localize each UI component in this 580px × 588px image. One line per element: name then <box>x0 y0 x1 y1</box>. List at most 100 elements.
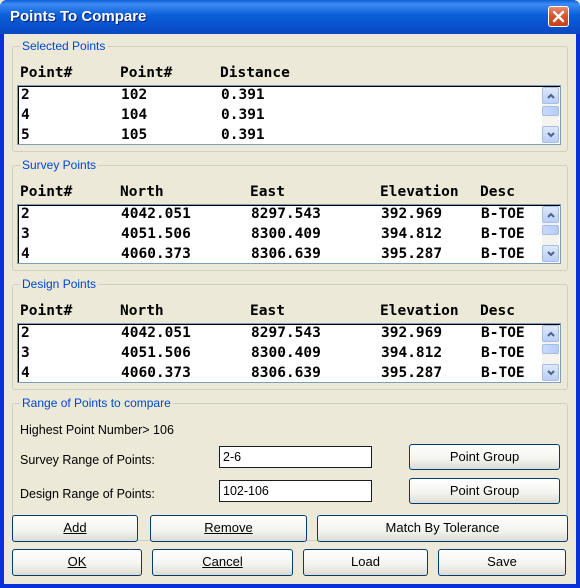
cell: 8297.543 <box>251 206 321 222</box>
cell: 4 <box>21 246 30 262</box>
cell: 102 <box>121 87 148 103</box>
load-button[interactable]: Load <box>303 549 428 576</box>
selected-points-list[interactable]: 2 102 0.391 4 104 0.391 5 105 0.391 <box>17 85 561 145</box>
cell: 8306.639 <box>251 246 321 262</box>
cell: B-TOE <box>481 365 525 381</box>
window-title: Points To Compare <box>10 8 147 25</box>
cancel-button[interactable]: Cancel <box>152 549 293 576</box>
scroll-thumb[interactable] <box>542 106 559 116</box>
ok-button[interactable]: OK <box>12 549 142 576</box>
save-button-label: Save <box>487 554 517 569</box>
design-points-group: Design Points Point# North East Elevatio… <box>12 277 568 390</box>
cell: 8297.543 <box>251 325 321 341</box>
design-points-list[interactable]: 2 4042.051 8297.543 392.969 B-TOE 3 4051… <box>17 323 561 383</box>
cell: 2 <box>21 325 30 341</box>
list-item[interactable]: 2 4042.051 8297.543 392.969 B-TOE <box>18 324 538 344</box>
cell: B-TOE <box>481 226 525 242</box>
cancel-button-label: Cancel <box>202 554 243 569</box>
cell: 4051.506 <box>121 345 191 361</box>
survey-points-group: Survey Points Point# North East Elevatio… <box>12 158 568 271</box>
remove-button[interactable]: Remove <box>150 515 307 542</box>
selected-points-legend: Selected Points <box>20 39 108 53</box>
cell: 395.287 <box>381 246 443 262</box>
scroll-up-button[interactable] <box>542 325 559 342</box>
chevron-down-icon <box>547 132 555 138</box>
cell: 5 <box>21 127 30 143</box>
vertical-scrollbar[interactable] <box>542 87 559 143</box>
scroll-up-button[interactable] <box>542 87 559 104</box>
list-item[interactable]: 2 4042.051 8297.543 392.969 B-TOE <box>18 205 538 225</box>
col-header-point: Point# <box>20 65 73 81</box>
cell: 4060.373 <box>121 365 191 381</box>
vertical-scrollbar[interactable] <box>542 206 559 262</box>
scroll-down-button[interactable] <box>542 126 559 143</box>
dialog-body: Selected Points Point# Point# Distance 2… <box>4 34 576 584</box>
scroll-down-button[interactable] <box>542 245 559 262</box>
match-button-label: Match By Tolerance <box>385 520 500 535</box>
match-by-tolerance-button[interactable]: Match By Tolerance <box>317 515 568 542</box>
cell: 104 <box>121 107 148 123</box>
vertical-scrollbar[interactable] <box>542 325 559 381</box>
close-button[interactable] <box>548 6 569 27</box>
cell: B-TOE <box>481 206 525 222</box>
design-point-group-button[interactable]: Point Group <box>409 478 560 504</box>
cell: 8300.409 <box>251 345 321 361</box>
survey-points-list[interactable]: 2 4042.051 8297.543 392.969 B-TOE 3 4051… <box>17 204 561 264</box>
col-header-east: East <box>250 184 285 200</box>
list-item[interactable]: 3 4051.506 8300.409 394.812 B-TOE <box>18 344 538 364</box>
remove-button-label: Remove <box>204 520 253 535</box>
list-item[interactable]: 4 104 0.391 <box>18 106 538 126</box>
ok-button-label: OK <box>67 554 87 569</box>
scroll-down-button[interactable] <box>542 364 559 381</box>
chevron-down-icon <box>547 251 555 257</box>
cell: 394.812 <box>381 345 443 361</box>
col-header-desc: Desc <box>480 184 515 200</box>
cell: 4042.051 <box>121 325 191 341</box>
survey-range-label: Survey Range of Points: <box>20 453 155 467</box>
col-header-elevation: Elevation <box>380 303 459 319</box>
chevron-up-icon <box>547 212 555 218</box>
col-header-point: Point# <box>20 303 73 319</box>
design-range-label: Design Range of Points: <box>20 487 155 501</box>
scroll-thumb[interactable] <box>542 344 559 354</box>
highest-point-label: Highest Point Number> 106 <box>20 423 174 437</box>
list-item[interactable]: 2 102 0.391 <box>18 86 538 106</box>
survey-point-group-button[interactable]: Point Group <box>409 444 560 470</box>
cell: 394.812 <box>381 226 443 242</box>
list-item[interactable]: 3 4051.506 8300.409 394.812 B-TOE <box>18 225 538 245</box>
title-bar[interactable]: Points To Compare <box>0 0 580 34</box>
survey-range-input[interactable]: 2-6 <box>219 446 372 468</box>
cell: B-TOE <box>481 246 525 262</box>
col-header-east: East <box>250 303 285 319</box>
cell: B-TOE <box>481 325 525 341</box>
list-item[interactable]: 5 105 0.391 <box>18 126 538 144</box>
scroll-thumb[interactable] <box>542 225 559 235</box>
col-header-point: Point# <box>20 184 73 200</box>
dialog-window: Points To Compare Selected Points Point#… <box>0 0 580 588</box>
list-item[interactable]: 4 4060.373 8306.639 395.287 B-TOE <box>18 364 538 382</box>
add-button[interactable]: Add <box>12 515 138 542</box>
cell: 0.391 <box>221 107 265 123</box>
cell: 392.969 <box>381 206 443 222</box>
cell: 4060.373 <box>121 246 191 262</box>
close-icon <box>552 10 565 23</box>
cell: 8300.409 <box>251 226 321 242</box>
cell: B-TOE <box>481 345 525 361</box>
design-points-legend: Design Points <box>20 277 99 291</box>
cell: 3 <box>21 226 30 242</box>
cell: 4051.506 <box>121 226 191 242</box>
scroll-up-button[interactable] <box>542 206 559 223</box>
design-range-input[interactable]: 102-106 <box>219 480 372 502</box>
chevron-up-icon <box>547 331 555 337</box>
cell: 4 <box>21 107 30 123</box>
list-item[interactable]: 4 4060.373 8306.639 395.287 B-TOE <box>18 245 538 263</box>
add-button-label: Add <box>63 520 87 535</box>
chevron-down-icon <box>547 370 555 376</box>
col-header-north: North <box>120 184 164 200</box>
cell: 395.287 <box>381 365 443 381</box>
cell: 0.391 <box>221 87 265 103</box>
cell: 0.391 <box>221 127 265 143</box>
cell: 3 <box>21 345 30 361</box>
cell: 4042.051 <box>121 206 191 222</box>
save-button[interactable]: Save <box>438 549 566 576</box>
